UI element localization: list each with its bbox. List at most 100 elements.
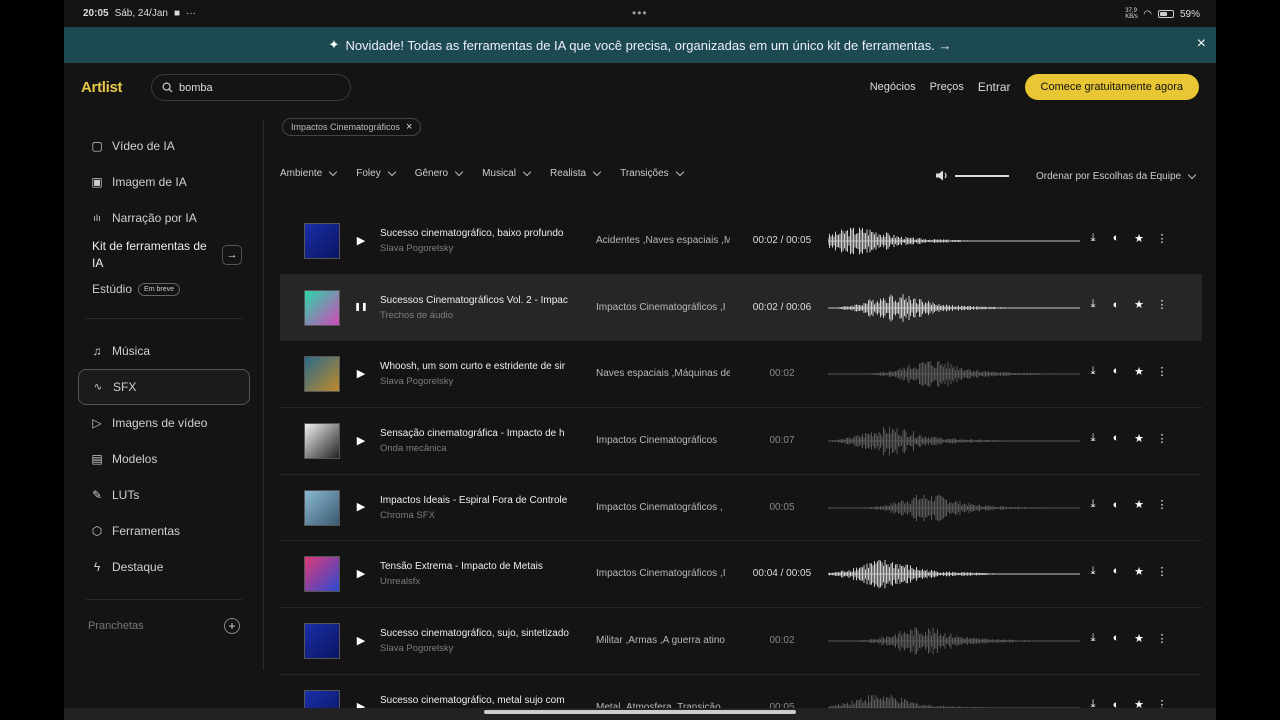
track-tags[interactable]: Naves espaciais ,Máquinas de <box>596 368 730 379</box>
nav-link-pricing[interactable]: Preços <box>930 81 964 93</box>
track-row[interactable]: ▶ Sucesso cinematográfico, baixo profundo… <box>280 208 1202 275</box>
track-row[interactable]: ❚❚ Sucessos Cinematográficos Vol. 2 - Imp… <box>280 274 1202 342</box>
sidebar-item-ai-video[interactable]: ▢ Vídeo de IA <box>78 128 250 164</box>
download-icon[interactable]: ⤓ <box>1088 432 1098 444</box>
download-icon[interactable]: ⤓ <box>1088 298 1098 311</box>
track-tags[interactable]: Militar ,Armas ,A guerra atino <box>596 635 730 646</box>
track-row[interactable]: ▶ Whoosh, um som curto e estridente de si… <box>280 341 1202 409</box>
waveform[interactable] <box>828 288 1080 328</box>
track-thumbnail[interactable] <box>304 223 340 259</box>
more-options-icon[interactable]: ⋮ <box>1157 632 1168 645</box>
home-indicator[interactable] <box>484 710 796 714</box>
similar-icon[interactable]: ◐ <box>1111 299 1121 311</box>
filter-foley[interactable]: Foley <box>356 167 396 179</box>
waveform[interactable] <box>828 221 1080 261</box>
speaker-icon[interactable] <box>936 170 949 181</box>
track-thumbnail[interactable] <box>304 556 340 593</box>
track-row[interactable]: ▶ Tensão Extrema - Impacto de Metais Unrea… <box>280 541 1202 609</box>
track-title[interactable]: Sucesso cinematográfico, metal sujo com <box>380 695 574 706</box>
arrow-right-icon[interactable]: → <box>222 245 242 265</box>
favorite-star-icon[interactable]: ★ <box>1134 632 1144 645</box>
download-icon[interactable]: ⤓ <box>1088 232 1098 244</box>
favorite-star-icon[interactable]: ★ <box>1134 565 1144 578</box>
add-board-button[interactable]: + <box>224 618 240 634</box>
track-artist[interactable]: Onda mecânica <box>380 443 574 454</box>
track-title[interactable]: Impactos Ideais - Espiral Fora de Contro… <box>380 495 574 506</box>
sidebar-item-luts[interactable]: ✎ LUTs <box>78 477 250 513</box>
pause-icon[interactable]: ❚❚ <box>354 300 368 314</box>
sidebar-item-ai-image[interactable]: ▣ Imagem de IA <box>78 164 250 200</box>
track-tags[interactable]: Impactos Cinematográficos ,I <box>596 302 730 313</box>
play-icon[interactable]: ▶ <box>354 366 368 380</box>
announcement-banner[interactable]: ✦ Novidade! Todas as ferramentas de IA q… <box>64 27 1216 63</box>
track-artist[interactable]: Slava Pogorelsky <box>380 243 574 254</box>
track-row[interactable]: ▶ Sensação cinematográfica - Impacto de h… <box>280 408 1202 475</box>
play-icon[interactable]: ▶ <box>354 433 368 447</box>
filter-musical[interactable]: Musical <box>482 167 532 179</box>
track-row[interactable]: ▶ Sucesso cinematográfico, sujo, sintetiz… <box>280 608 1202 675</box>
similar-icon[interactable]: ◐ <box>1111 565 1121 577</box>
download-icon[interactable]: ⤓ <box>1088 498 1098 511</box>
more-options-icon[interactable]: ⋮ <box>1157 365 1168 378</box>
similar-icon[interactable]: ◐ <box>1111 632 1121 644</box>
track-title[interactable]: Whoosh, um som curto e estridente de sir <box>380 361 574 372</box>
more-options-icon[interactable]: ⋮ <box>1157 299 1168 311</box>
similar-icon[interactable]: ◐ <box>1111 232 1121 244</box>
track-title[interactable]: Sucessos Cinematográficos Vol. 2 - Impac <box>380 295 574 306</box>
sidebar-item-studio[interactable]: Estúdio Em breve <box>78 274 250 304</box>
sidebar-item-featured[interactable]: ϟ Destaque <box>78 549 250 585</box>
track-artist[interactable]: Chroma SFX <box>380 510 574 521</box>
track-thumbnail[interactable] <box>304 623 340 660</box>
remove-filter-icon[interactable]: × <box>406 121 412 133</box>
track-artist[interactable]: Slava Pogorelsky <box>380 376 574 387</box>
volume-slider[interactable] <box>955 174 1009 177</box>
download-icon[interactable]: ⤓ <box>1088 632 1098 644</box>
filter-transitions[interactable]: Transições <box>620 167 684 179</box>
multitask-dots[interactable]: ••• <box>632 6 648 20</box>
active-filter-chip[interactable]: Impactos Cinematográficos × <box>282 118 422 136</box>
filter-realistic[interactable]: Realista <box>550 167 602 179</box>
play-icon[interactable]: ▶ <box>354 500 368 514</box>
track-artist[interactable]: Unrealsfx <box>380 576 574 587</box>
similar-icon[interactable]: ◐ <box>1111 432 1121 444</box>
nav-link-business[interactable]: Negócios <box>870 81 916 93</box>
track-tags[interactable]: Impactos Cinematográficos <box>596 435 730 446</box>
filter-genre[interactable]: Gênero <box>415 167 464 179</box>
favorite-star-icon[interactable]: ★ <box>1134 365 1144 378</box>
play-icon[interactable]: ▶ <box>354 233 368 247</box>
search-input[interactable] <box>179 81 339 94</box>
favorite-star-icon[interactable]: ★ <box>1134 299 1144 311</box>
login-link[interactable]: Entrar <box>978 80 1011 94</box>
search-bar[interactable] <box>151 74 351 101</box>
track-artist[interactable]: Trechos de áudio <box>380 310 574 321</box>
favorite-star-icon[interactable]: ★ <box>1134 232 1144 245</box>
track-tags[interactable]: Impactos Cinematográficos , <box>596 502 730 513</box>
track-title[interactable]: Tensão Extrema - Impacto de Metais <box>380 561 574 572</box>
waveform[interactable] <box>828 421 1080 461</box>
waveform[interactable] <box>828 621 1080 661</box>
similar-icon[interactable]: ◐ <box>1111 499 1121 511</box>
track-title[interactable]: Sucesso cinematográfico, baixo profundo <box>380 228 574 239</box>
play-icon[interactable]: ▶ <box>354 566 368 580</box>
filter-ambient[interactable]: Ambiente <box>280 167 338 179</box>
sidebar-item-ai-toolkit[interactable]: Kit de ferramentas de IA → <box>78 236 250 274</box>
track-thumbnail[interactable] <box>304 489 340 526</box>
track-artist[interactable]: Slava Pogorelsky <box>380 643 574 654</box>
sort-dropdown[interactable]: Ordenar por Escolhas da Equipe <box>1036 170 1197 182</box>
track-tags[interactable]: Impactos Cinematográficos ,I <box>596 568 730 579</box>
track-row[interactable]: ▶ Impactos Ideais - Espiral Fora de Contr… <box>280 475 1202 542</box>
banner-text[interactable]: Novidade! Todas as ferramentas de IA que… <box>345 38 951 53</box>
track-thumbnail[interactable] <box>304 356 340 393</box>
download-icon[interactable]: ⤓ <box>1088 365 1098 377</box>
track-title[interactable]: Sensação cinematográfica - Impacto de h <box>380 428 574 439</box>
sidebar-item-music[interactable]: ♫ Música <box>78 333 250 369</box>
sidebar-item-sfx[interactable]: ∿ SFX <box>78 369 250 405</box>
sidebar-item-ai-voiceover[interactable]: ıIı Narração por IA <box>78 200 250 236</box>
track-title[interactable]: Sucesso cinematográfico, sujo, sintetiza… <box>380 628 574 639</box>
artlist-logo[interactable]: Artlist <box>81 79 123 96</box>
volume-control[interactable] <box>936 170 1009 181</box>
waveform[interactable] <box>828 488 1080 528</box>
similar-icon[interactable]: ◐ <box>1111 365 1121 377</box>
waveform[interactable] <box>828 554 1080 594</box>
sidebar-item-templates[interactable]: ▤ Modelos <box>78 441 250 477</box>
